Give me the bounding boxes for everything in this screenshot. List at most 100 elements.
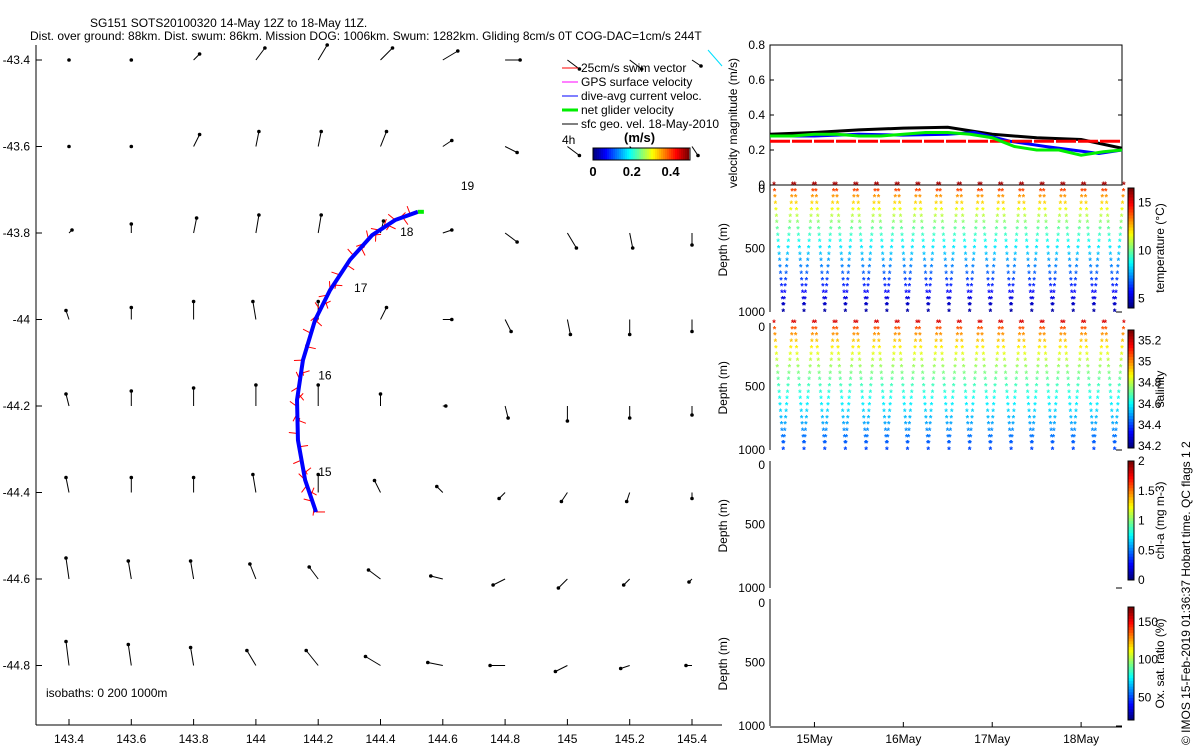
geo-velocity-arrow <box>629 232 634 249</box>
colorbar-cell <box>1128 499 1134 504</box>
colorbar-cell <box>1128 526 1134 530</box>
geo-velocity-arrow <box>317 44 328 61</box>
geo-velocity-arrowhead <box>366 568 371 572</box>
colorbar-cell <box>1128 571 1134 575</box>
colorbar-cell <box>621 148 624 160</box>
colorbar-cell <box>1128 562 1134 566</box>
data-point-up: * <box>1092 307 1096 317</box>
colorbar-cell <box>1128 481 1134 486</box>
y-tick-label: -44.2 <box>3 399 31 413</box>
colorbar-cell <box>1128 224 1134 228</box>
data-point-up: * <box>823 445 827 455</box>
x-tick-label: 144.2 <box>303 732 333 746</box>
colorbar-cell <box>1128 442 1134 446</box>
geo-velocity-arrowhead <box>257 213 261 217</box>
colorbar-cell <box>1128 511 1134 516</box>
x-tick-label: 145.2 <box>615 732 645 746</box>
geo-velocity-arrowhead <box>64 475 68 480</box>
geo-velocity-arrowhead <box>426 660 430 665</box>
colorbar-cell <box>1128 544 1134 548</box>
colorbar-cell <box>617 148 620 160</box>
depth-ylabel: Depth (m) <box>716 499 730 552</box>
y-tick-label: -43.4 <box>3 53 31 67</box>
colorbar-tick-label: 5 <box>1138 291 1145 305</box>
geo-velocity-arrow <box>558 578 568 589</box>
colorbar-cell <box>1128 472 1134 477</box>
colorbar-cell <box>1128 418 1134 422</box>
colorbar-cell <box>1128 406 1134 411</box>
colorbar-cell <box>1128 538 1134 542</box>
geo-velocity-arrow <box>368 569 381 580</box>
data-point-up: * <box>844 445 848 455</box>
colorbar-cell <box>1128 430 1134 434</box>
geo-velocity-arrowhead <box>257 129 261 134</box>
figure-subtitle: Dist. over ground: 88km. Dist. swum: 86k… <box>30 29 702 43</box>
data-point-up: * <box>927 307 931 317</box>
data-point-up: * <box>823 307 827 317</box>
colorbar-cell <box>1128 553 1134 557</box>
geo-velocity-arrowhead <box>197 52 202 56</box>
geo-velocity-arrowhead <box>319 213 324 217</box>
colorbar-cell <box>1128 338 1134 343</box>
colorbar-cell <box>1128 463 1134 468</box>
geo-velocity-arrow <box>430 575 443 580</box>
x-tick-label: 143.4 <box>54 732 84 746</box>
colorbar-cell <box>1128 514 1134 519</box>
colorbar-cell <box>1128 400 1134 405</box>
data-point-up: * <box>1071 445 1075 455</box>
colorbar-cell <box>637 148 640 160</box>
colorbar-cell <box>1128 287 1134 291</box>
geo-velocity-arrowhead <box>254 383 258 387</box>
legend-label: sfc geo. vel. 18-May-2010 <box>581 117 719 131</box>
geo-velocity-arrow <box>380 47 393 61</box>
depth-tick-label: 1000 <box>738 581 765 595</box>
day-label: 15 <box>318 465 332 479</box>
data-point-up: * <box>968 307 972 317</box>
depth-tick-label: 0 <box>758 320 765 334</box>
colorbar-cell <box>657 148 660 160</box>
time-tick-label: 15May <box>796 732 832 746</box>
data-point-up: * <box>927 445 931 455</box>
geo-velocity-arrow <box>442 50 459 61</box>
geo-velocity-arrow <box>555 665 568 672</box>
colorbar-cell <box>1128 215 1134 219</box>
depth-tick-label: 500 <box>745 242 765 256</box>
geo-velocity-arrowhead <box>509 329 513 334</box>
day-label: 19 <box>461 179 475 193</box>
depth-ylabel: Depth (m) <box>716 223 730 276</box>
geo-velocity-arrow <box>193 134 201 147</box>
colorbar-cell <box>1128 191 1134 195</box>
geo-velocity-arrowhead <box>684 663 688 668</box>
geo-velocity-arrow <box>190 647 195 666</box>
colorbar-cell <box>661 148 664 160</box>
colorbar-cell <box>635 148 638 160</box>
geo-velocity-arrow <box>374 480 381 493</box>
geo-velocity-arrowhead <box>699 64 703 68</box>
geo-velocity-arrowhead <box>319 129 324 134</box>
colorbar-cell <box>1128 296 1134 300</box>
colorbar-cell <box>603 148 606 160</box>
colorbar-cell <box>1128 436 1134 440</box>
colorbar-cell <box>1128 257 1134 261</box>
geo-velocity-arrowhead <box>621 583 626 587</box>
colorbar-label: chl-a (mg m-3) <box>1153 481 1167 559</box>
geo-velocity-arrow <box>65 557 70 580</box>
colorbar-cell <box>613 148 616 160</box>
geo-velocity-arrow <box>190 560 195 580</box>
colorbar-cell <box>643 148 646 160</box>
colorbar-tick-label: 35 <box>1138 355 1152 369</box>
colorbar-cell <box>1128 200 1134 204</box>
geo-velocity-arrow <box>504 319 512 332</box>
legend-label: GPS surface velocity <box>581 75 692 89</box>
colorbar-cell <box>1128 332 1134 337</box>
geo-velocity-arrow <box>317 214 322 234</box>
colorbar-cell <box>639 148 642 160</box>
colorbar-cell <box>1128 508 1134 513</box>
colorbar-cell <box>687 148 690 160</box>
colorbar-cell <box>641 148 644 160</box>
colorbar-cell <box>653 148 656 160</box>
colorbar-cell <box>1128 206 1134 210</box>
legend-label: net glider velocity <box>581 103 674 117</box>
colorbar-cell <box>1128 391 1134 396</box>
data-point-up: * <box>989 307 993 317</box>
